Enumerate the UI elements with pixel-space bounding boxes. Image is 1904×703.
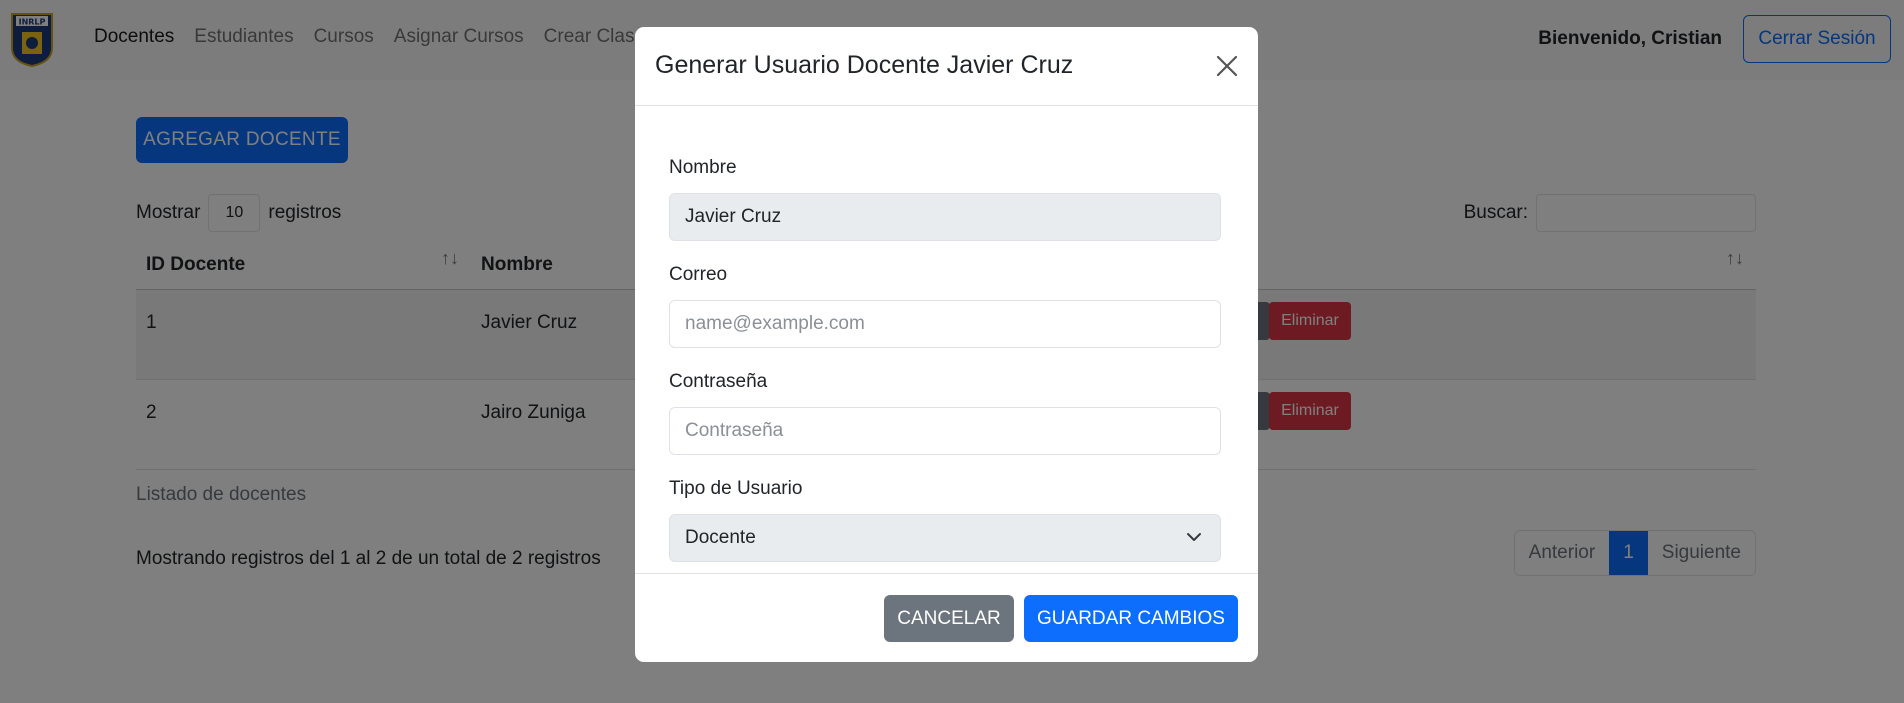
close-icon[interactable]	[1210, 49, 1244, 83]
cancel-button[interactable]: CANCELAR	[884, 595, 1014, 642]
contrasena-label: Contraseña	[669, 371, 768, 392]
tipo-usuario-select[interactable]: Docente	[669, 514, 1221, 562]
tipo-usuario-label: Tipo de Usuario	[669, 478, 803, 499]
modal-header: Generar Usuario Docente Javier Cruz	[635, 27, 1258, 106]
tipo-usuario-value: Docente	[685, 527, 756, 548]
modal-body: Nombre Javier Cruz Correo name@example.c…	[635, 107, 1258, 570]
save-button[interactable]: GUARDAR CAMBIOS	[1024, 595, 1238, 642]
contrasena-field[interactable]: Contraseña	[669, 407, 1221, 455]
nombre-label: Nombre	[669, 157, 737, 178]
correo-field[interactable]: name@example.com	[669, 300, 1221, 348]
modal-title: Generar Usuario Docente Javier Cruz	[655, 51, 1074, 79]
chevron-down-icon	[1186, 529, 1202, 551]
correo-label: Correo	[669, 264, 728, 285]
generate-user-modal: Generar Usuario Docente Javier Cruz Nomb…	[635, 27, 1258, 662]
nombre-field: Javier Cruz	[669, 193, 1221, 241]
